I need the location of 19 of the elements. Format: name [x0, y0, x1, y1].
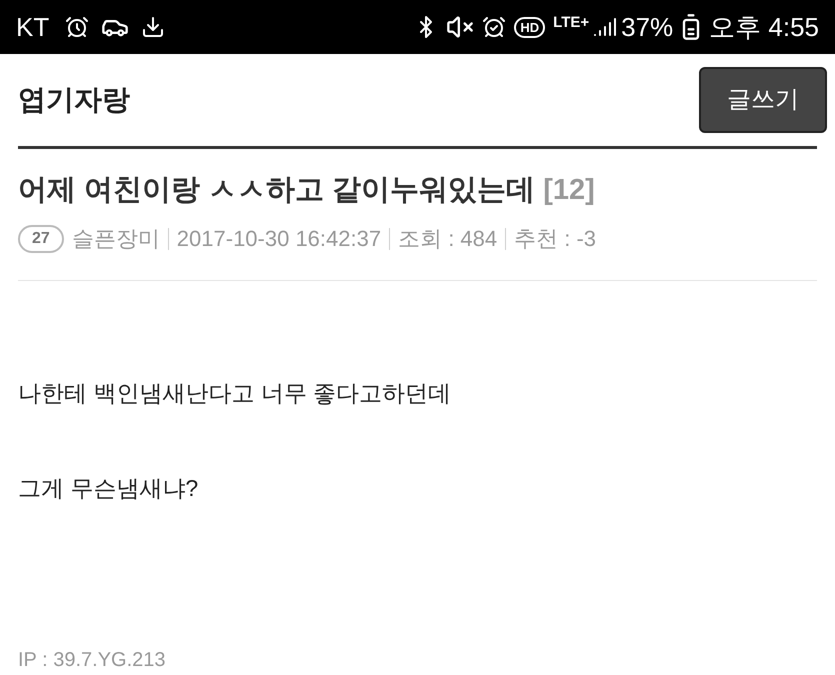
alarm-clock-icon	[482, 15, 506, 40]
author-name: 슬픈장미	[72, 225, 160, 253]
ip-address: IP : 39.7.YG.213	[18, 648, 167, 673]
alarm-clock-icon	[65, 15, 90, 40]
clock: 오후 4:55	[709, 10, 819, 44]
post-body-line: 나한테 백인냄새난다고 너무 좋다고하던데	[18, 379, 452, 408]
download-icon	[141, 15, 166, 40]
post-body-line: 그게 무슨냄새냐?	[18, 474, 200, 502]
carrier: KT	[16, 10, 50, 44]
board-title: 엽기자랑	[18, 82, 130, 117]
post-title: 어제 여친이랑 ㅅㅅ하고 같이누워있는데 [12]	[18, 172, 596, 208]
view-count: 조회 : 484	[398, 225, 498, 253]
battery-percent: 37%	[621, 10, 674, 44]
network-type: LTE+	[553, 13, 590, 33]
hd-indicator: HD	[514, 16, 546, 38]
level-badge: 27	[18, 224, 64, 252]
post-date: 2017-10-30 16:42:37	[176, 225, 382, 253]
recommend-count: 추천 : -3	[514, 225, 596, 253]
write-button[interactable]: 글쓰기	[699, 66, 827, 133]
